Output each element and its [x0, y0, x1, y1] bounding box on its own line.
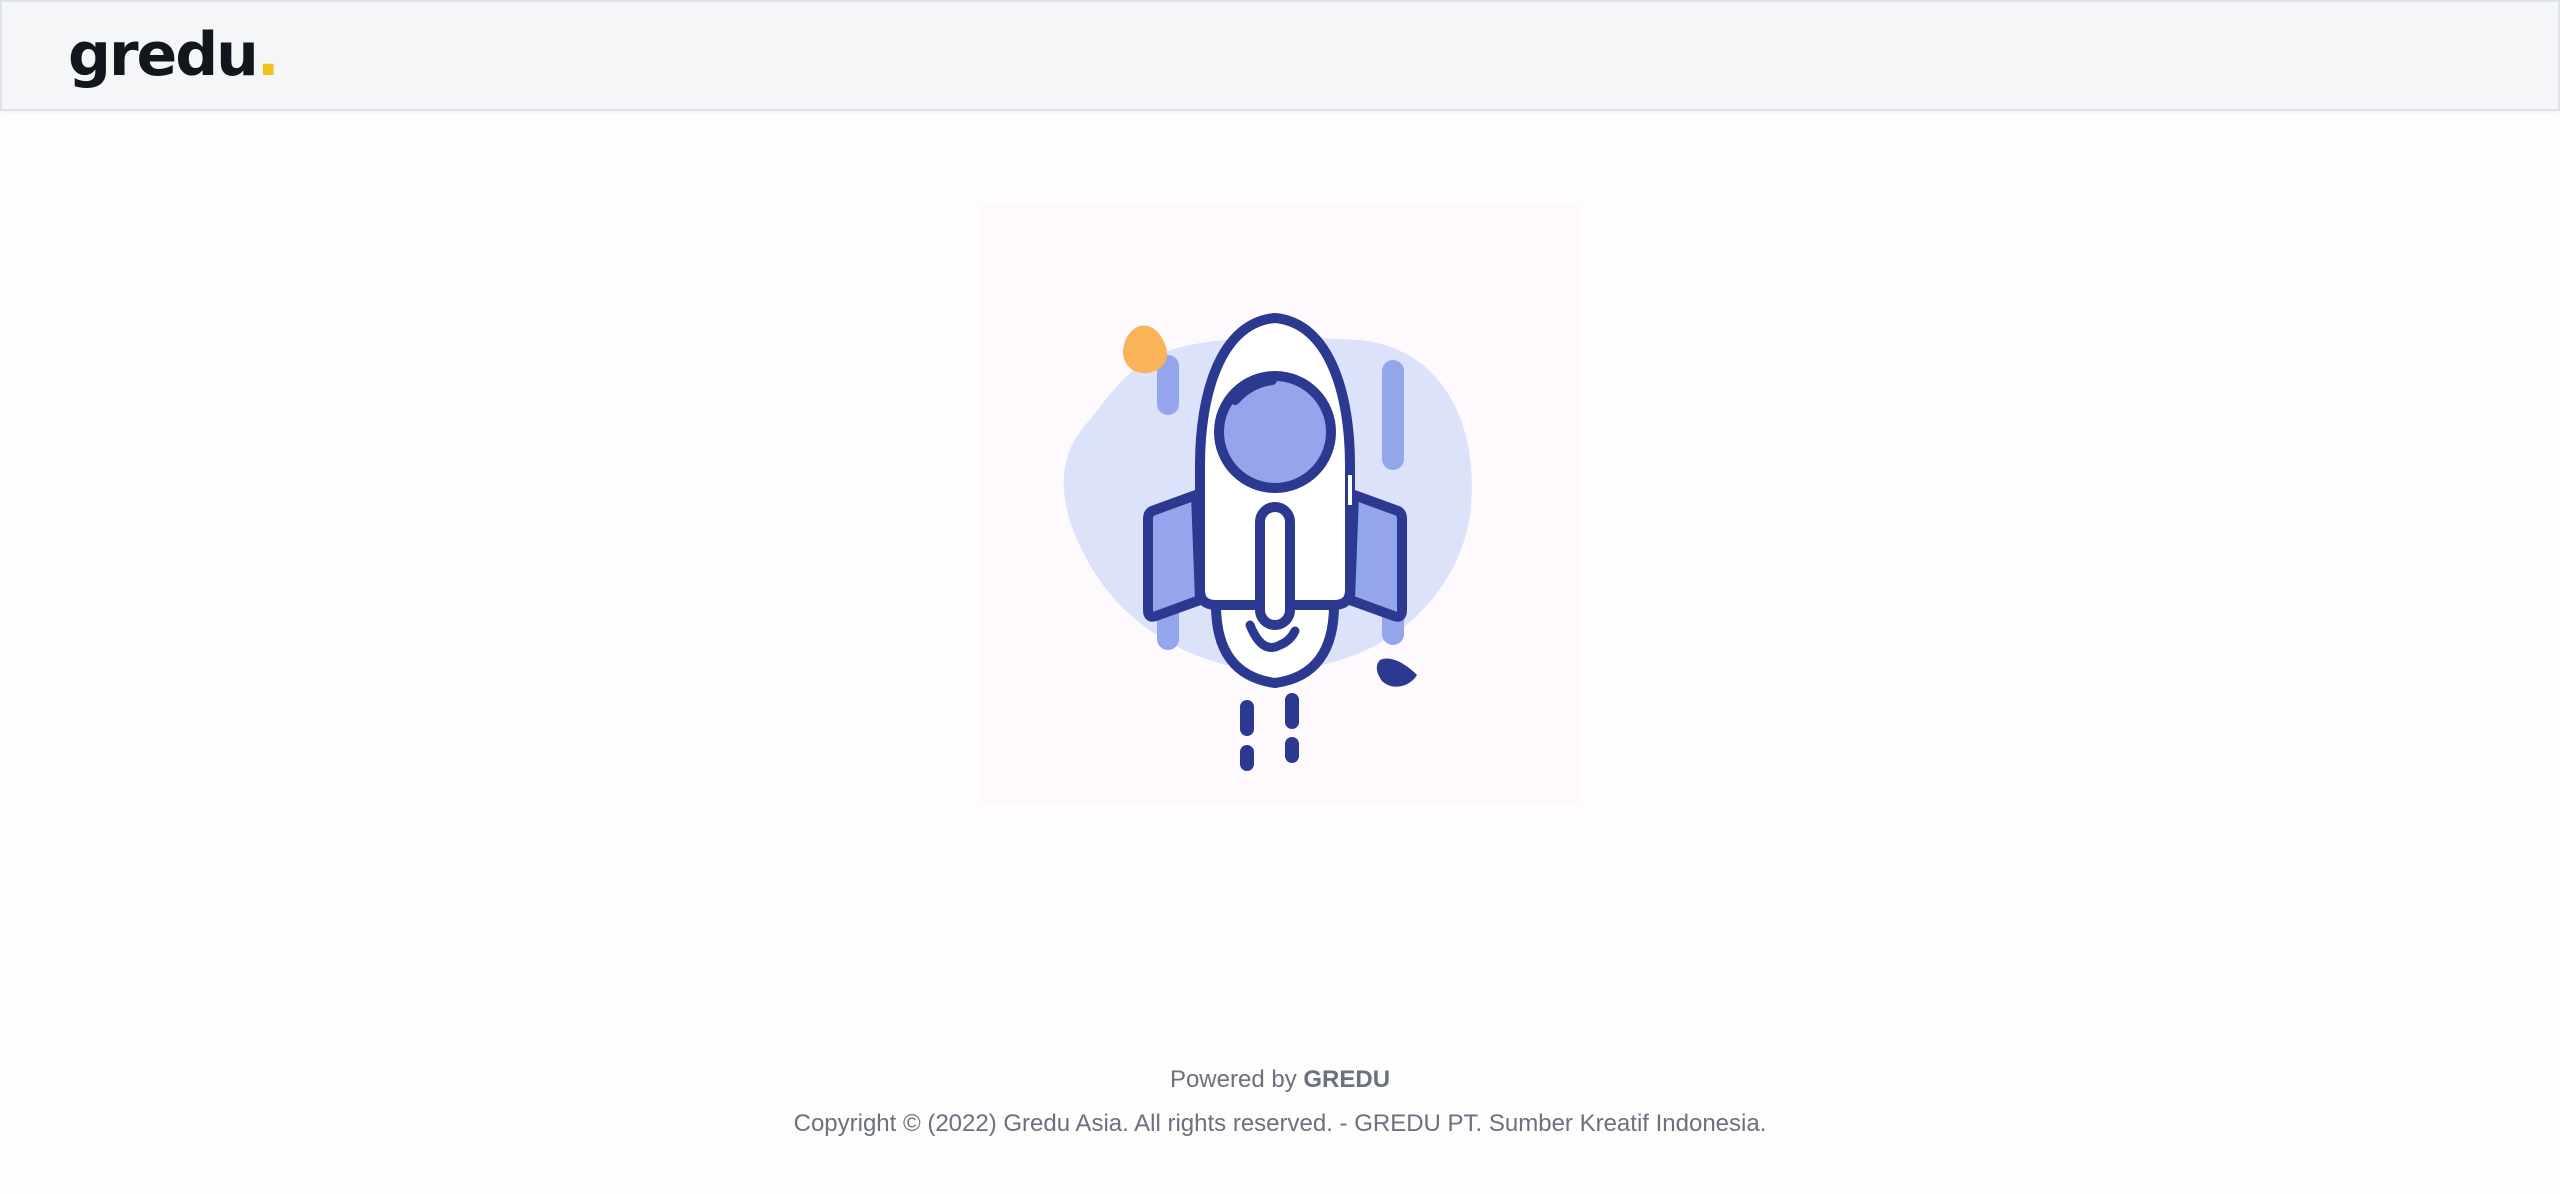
top-navbar: gredu. [0, 0, 2560, 111]
exhaust-dash [1285, 693, 1299, 729]
exhaust-dash [1240, 700, 1254, 736]
exhaust-dash [1285, 737, 1299, 763]
rocket-left-fin [1143, 490, 1205, 622]
copyright-text: Copyright © (2022) Gredu Asia. All right… [793, 1110, 1767, 1137]
logo-dot: . [256, 20, 280, 90]
powered-by-brand: GREDU [1303, 1066, 1391, 1093]
exhaust-dash [1240, 745, 1254, 771]
logo-text: gredu [68, 20, 259, 90]
page-footer: Powered by GREDU Copyright © (2022) Gred… [0, 1060, 2560, 1144]
gredu-logo[interactable]: gredu. [68, 18, 280, 92]
powered-by: Powered by GREDU [0, 1060, 2560, 1100]
speed-line [1382, 360, 1404, 470]
rocket-right-fin [1345, 490, 1407, 622]
rocket-launch-illustration [980, 205, 1580, 805]
rocket-center-stripe [1255, 502, 1295, 630]
rocket-illustration-svg [980, 205, 1580, 805]
powered-by-prefix: Powered by [1169, 1066, 1304, 1093]
